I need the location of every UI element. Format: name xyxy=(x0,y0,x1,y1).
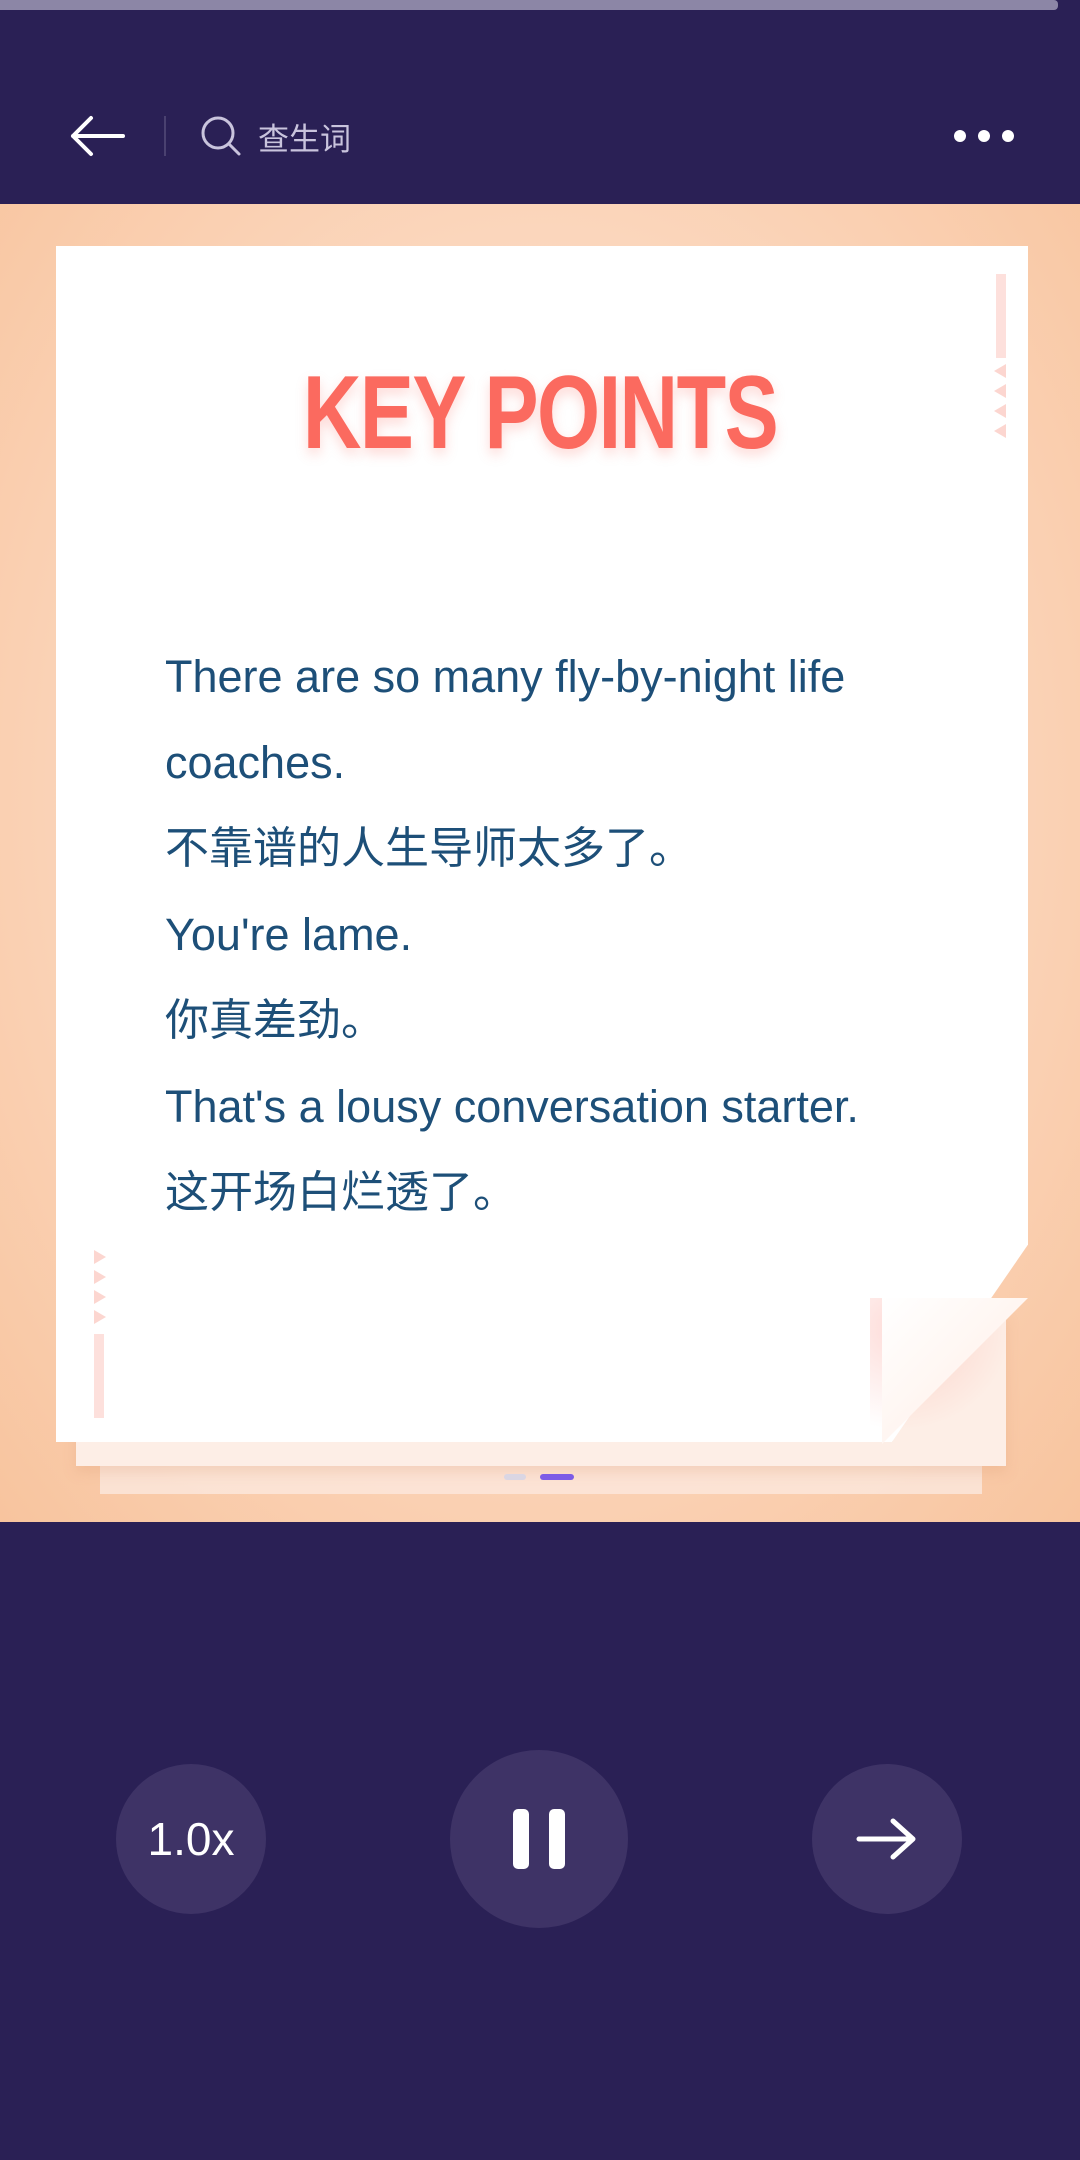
playback-progress-bar[interactable] xyxy=(0,0,1080,10)
english-sentence-line[interactable]: That's a lousy conversation starter. xyxy=(165,1064,945,1150)
search-icon xyxy=(201,116,241,156)
playback-speed-button[interactable]: 1.0x xyxy=(116,1764,266,1914)
english-sentence-line[interactable]: There are so many fly-by-night life coac… xyxy=(165,634,945,806)
decor-bar xyxy=(996,274,1006,358)
page-indicator xyxy=(504,1474,574,1480)
more-dot xyxy=(978,130,990,142)
page-dot xyxy=(504,1474,526,1480)
pause-button[interactable] xyxy=(450,1750,628,1928)
next-button[interactable] xyxy=(812,1764,962,1914)
decor-triangles xyxy=(94,1250,106,1324)
pause-icon xyxy=(513,1809,565,1869)
english-sentence-line[interactable]: You're lame. xyxy=(165,892,945,978)
word-lookup-label: 查生词 xyxy=(258,121,351,158)
key-points-slide-area[interactable]: KEY POINTS There are so many fly-by-nigh… xyxy=(0,204,1080,1522)
word-lookup-button[interactable]: 查生词 xyxy=(200,104,351,168)
more-options-button[interactable] xyxy=(948,112,1020,160)
chinese-translation-line[interactable]: 不靠谱的人生导师太多了。 xyxy=(165,806,945,892)
arrow-right-icon xyxy=(856,1818,916,1860)
arrow-left-icon xyxy=(71,116,125,156)
playback-controls: 1.0x xyxy=(0,1748,1080,1932)
card-title: KEY POINTS xyxy=(302,355,779,471)
more-horizontal-icon xyxy=(954,130,966,142)
key-points-text[interactable]: There are so many fly-by-night life coac… xyxy=(165,634,945,1236)
playback-speed-label: 1.0x xyxy=(147,1813,235,1865)
back-button[interactable] xyxy=(62,108,132,164)
more-dot xyxy=(1002,130,1014,142)
page-dot-active xyxy=(540,1474,574,1480)
header-divider xyxy=(164,116,166,156)
top-bar: 查生词 xyxy=(0,90,1080,182)
chinese-translation-line[interactable]: 你真差劲。 xyxy=(165,978,945,1064)
playback-progress-fill xyxy=(0,0,1059,10)
decor-bar xyxy=(94,1334,104,1418)
chinese-translation-line[interactable]: 这开场白烂透了。 xyxy=(165,1150,945,1236)
decor-triangles xyxy=(994,364,1006,438)
